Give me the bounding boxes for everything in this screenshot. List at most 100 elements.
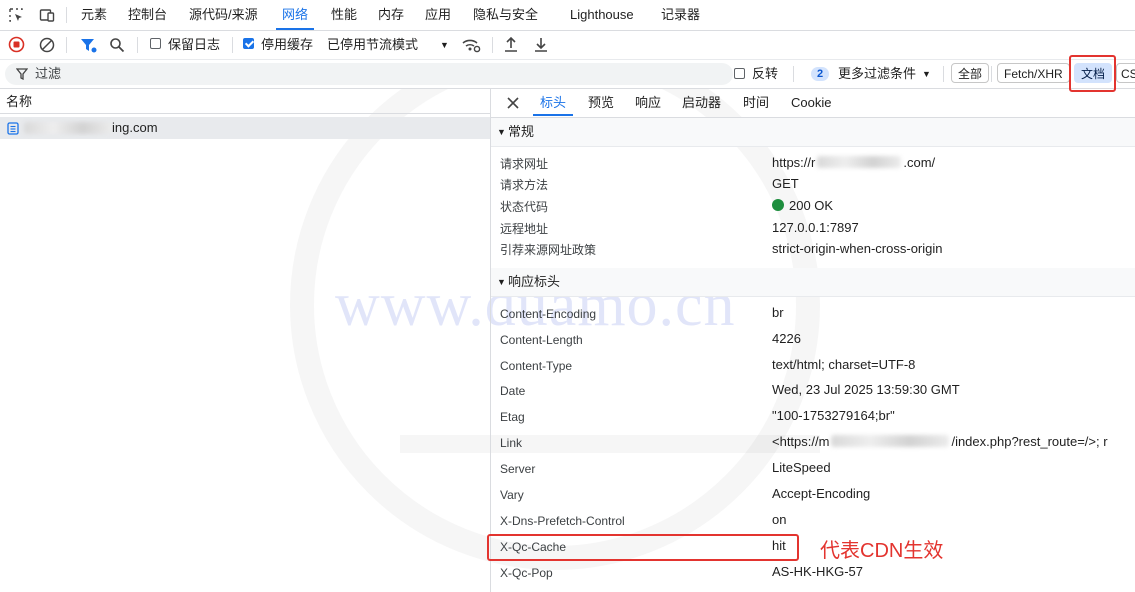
filter-input[interactable]: 过滤 <box>5 63 733 85</box>
divider <box>991 66 992 82</box>
collapse-triangle-icon: ▼ <box>497 277 506 287</box>
chevron-down-icon[interactable]: ▼ <box>440 31 449 59</box>
tab-application[interactable]: 应用 <box>425 0 451 30</box>
tab-timing[interactable]: 时间 <box>743 89 769 116</box>
header-key: 请求方法 <box>500 178 549 192</box>
type-filter-css[interactable]: CS <box>1116 63 1135 83</box>
divider <box>66 7 67 23</box>
header-key: Server <box>500 462 536 476</box>
tab-preview[interactable]: 预览 <box>588 89 614 116</box>
header-key: 远程地址 <box>500 222 549 236</box>
clear-icon[interactable] <box>39 37 55 53</box>
header-value: on <box>772 512 787 527</box>
import-har-icon[interactable] <box>503 36 519 53</box>
tab-response[interactable]: 响应 <box>635 89 661 116</box>
annotation-text: 代表CDN生效 <box>820 540 944 562</box>
close-icon[interactable] <box>507 97 519 109</box>
network-toolbar: 保留日志 停用缓存 已停用节流模式 ▼ <box>0 31 1135 60</box>
table-row[interactable]: ing.com <box>0 117 490 139</box>
tab-console[interactable]: 控制台 <box>128 0 167 30</box>
link-header-value: <https://m/index.php?rest_route=/>; r <box>772 434 1108 449</box>
header-key: Date <box>500 384 526 398</box>
type-filter-all[interactable]: 全部 <box>951 63 990 83</box>
header-key: Content-Type <box>500 359 573 373</box>
tab-headers[interactable]: 标头 <box>533 89 574 116</box>
header-key: 请求网址 <box>500 157 549 171</box>
response-headers-section-header[interactable]: ▼ 响应标头 <box>491 268 1135 297</box>
header-value: 4226 <box>772 331 801 346</box>
collapse-triangle-icon: ▼ <box>497 127 506 137</box>
select-element-icon[interactable] <box>8 7 24 23</box>
device-toolbar-icon[interactable] <box>39 7 55 23</box>
section-title: 常规 <box>508 124 535 139</box>
request-url-value: https://r .com/ <box>772 155 936 170</box>
header-value: br <box>772 305 784 320</box>
header-key: 状态代码 <box>500 200 549 214</box>
header-value: GET <box>772 176 799 191</box>
header-value: "100-1753279164;br" <box>772 408 895 423</box>
tab-cookies[interactable]: Cookie <box>791 89 831 116</box>
divider <box>492 37 493 53</box>
section-title: 响应标头 <box>508 274 561 289</box>
preserve-log-checkbox[interactable] <box>150 38 161 49</box>
network-conditions-icon[interactable] <box>461 36 481 53</box>
more-filters-dropdown[interactable]: 更多过滤条件 <box>838 60 916 88</box>
status-code-value: 200 OK <box>772 197 833 215</box>
redacted-text <box>831 435 950 447</box>
general-section-header[interactable]: ▼ 常规 <box>491 118 1135 147</box>
tab-recorder[interactable]: 记录器 <box>661 0 700 30</box>
stop-recording-icon[interactable] <box>8 36 25 53</box>
filter-bar: 过滤 反转 2 更多过滤条件 ▼ 全部 Fetch/XHR 文档 CS <box>0 60 1135 89</box>
tab-privacy-security[interactable]: 隐私与安全 <box>473 0 538 30</box>
header-key: Vary <box>500 488 524 502</box>
divider <box>137 37 138 53</box>
tab-lighthouse[interactable]: Lighthouse <box>570 0 634 30</box>
request-list: 名称 ing.com <box>0 89 491 592</box>
header-value: text/html; charset=UTF-8 <box>772 357 916 372</box>
divider <box>943 66 944 82</box>
type-filter-fetch-xhr[interactable]: Fetch/XHR <box>997 63 1070 83</box>
document-icon <box>7 122 19 135</box>
divider <box>232 37 233 53</box>
tab-initiator[interactable]: 启动器 <box>682 89 721 116</box>
header-value: Wed, 23 Jul 2025 13:59:30 GMT <box>772 382 960 397</box>
disable-cache-label: 停用缓存 <box>261 37 314 52</box>
tab-network[interactable]: 网络 <box>276 0 315 30</box>
detail-tab-bar: 标头 预览 响应 启动器 时间 Cookie <box>491 89 1135 118</box>
redacted-text <box>24 122 112 134</box>
header-value: AS-HK-HKG-57 <box>772 564 864 579</box>
header-key: X-Qc-Pop <box>500 566 553 580</box>
header-key: Content-Length <box>500 333 583 347</box>
header-value: strict-origin-when-cross-origin <box>772 241 943 256</box>
filter-funnel-icon <box>16 68 28 80</box>
throttling-select[interactable]: 已停用节流模式 <box>327 31 418 59</box>
status-ok-dot-icon <box>772 199 784 211</box>
name-column-header[interactable]: 名称 <box>0 89 490 114</box>
tab-performance[interactable]: 性能 <box>331 0 357 30</box>
tab-memory[interactable]: 内存 <box>378 0 404 30</box>
invert-checkbox[interactable] <box>734 68 745 79</box>
tab-sources[interactable]: 源代码/来源 <box>189 0 258 30</box>
type-filter-doc[interactable]: 文档 <box>1074 63 1113 83</box>
divider <box>66 37 67 53</box>
search-icon[interactable] <box>109 37 125 53</box>
divider <box>793 66 794 82</box>
header-key: X-Qc-Cache <box>500 540 567 554</box>
filter-placeholder: 过滤 <box>35 66 62 81</box>
header-key: X-Dns-Prefetch-Control <box>500 514 625 528</box>
tab-elements[interactable]: 元素 <box>81 0 107 30</box>
header-key: Etag <box>500 410 525 424</box>
devtools-tab-bar: 元素 控制台 源代码/来源 网络 性能 内存 应用 隐私与安全 Lighthou… <box>0 0 1135 31</box>
header-value: 127.0.0.1:7897 <box>772 220 859 235</box>
redacted-text <box>817 156 902 168</box>
filter-icon[interactable] <box>80 37 97 54</box>
more-filters-count-badge: 2 <box>811 67 830 81</box>
cache-status-value: hit <box>772 538 786 553</box>
header-key: 引荐来源网址政策 <box>500 243 597 257</box>
export-har-icon[interactable] <box>533 36 549 53</box>
header-key: Link <box>500 436 523 450</box>
header-value: Accept-Encoding <box>772 486 871 501</box>
disable-cache-checkbox[interactable] <box>243 38 254 49</box>
preserve-log-label: 保留日志 <box>168 37 221 52</box>
chevron-down-icon[interactable]: ▼ <box>922 60 931 88</box>
